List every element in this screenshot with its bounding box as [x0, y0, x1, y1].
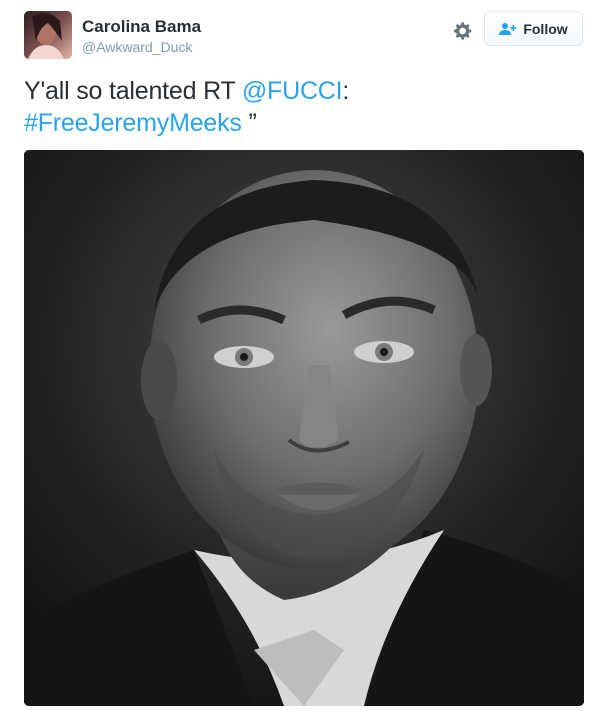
portrait-image	[24, 150, 584, 706]
tweet-text-tail: ”	[241, 109, 257, 137]
follow-button-label: Follow	[523, 20, 568, 37]
avatar-image	[24, 11, 72, 59]
display-name[interactable]: Carolina Bama	[82, 17, 201, 37]
gear-icon[interactable]	[452, 20, 474, 42]
tweet-text-lead: Y'all so talented RT	[24, 77, 242, 105]
mention-link[interactable]: @FUCCI	[242, 77, 343, 105]
hashtag-link[interactable]: #FreeJeremyMeeks	[24, 109, 242, 137]
tweet-photo[interactable]	[24, 150, 584, 706]
add-user-icon	[499, 22, 517, 35]
user-avatar[interactable]	[24, 11, 72, 59]
user-handle[interactable]: @Awkward_Duck	[82, 39, 192, 55]
tweet-text-mid: :	[342, 77, 350, 105]
follow-button[interactable]: Follow	[484, 11, 583, 46]
tweet-text: Y'all so talented RT @FUCCI: #FreeJeremyM…	[24, 75, 584, 139]
tweet-card: Carolina Bama @Awkward_Duck Follow Y'all…	[0, 0, 611, 711]
